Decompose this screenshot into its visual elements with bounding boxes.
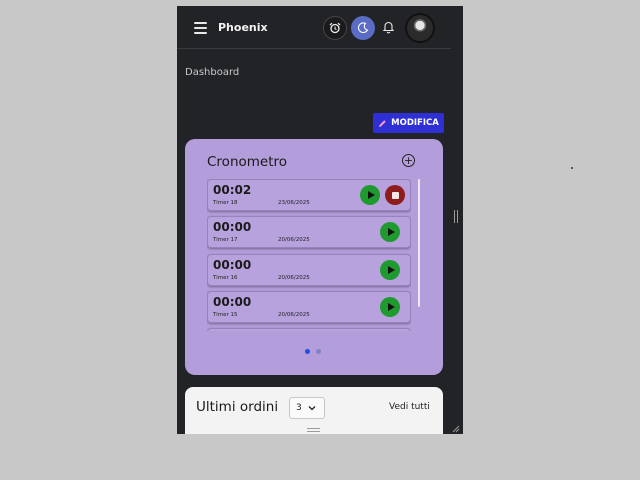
timer-list[interactable]: 00:02 Timer 18 23/06/2025 00:00 Timer 17… bbox=[207, 179, 411, 331]
resize-corner-icon[interactable] bbox=[452, 425, 460, 433]
timer-time: 00:00 bbox=[213, 258, 252, 272]
play-icon[interactable] bbox=[380, 260, 400, 280]
dark-mode-toggle[interactable] bbox=[351, 16, 375, 40]
pager-dot[interactable] bbox=[316, 349, 321, 354]
pager-dot-active[interactable] bbox=[305, 349, 310, 354]
timer-list-scrollbar[interactable] bbox=[418, 179, 420, 307]
timer-row[interactable]: 00:00 Timer 16 20/06/2025 bbox=[207, 254, 411, 286]
card-title: Cronometro bbox=[207, 154, 288, 170]
timer-row[interactable]: 00:00 Timer 15 20/06/2025 bbox=[207, 291, 411, 323]
pencil-icon bbox=[379, 119, 386, 127]
timer-date: 23/06/2025 bbox=[278, 200, 310, 206]
play-icon[interactable] bbox=[380, 222, 400, 242]
timer-time: 00:00 bbox=[213, 220, 252, 234]
timer-label: Timer 18 bbox=[213, 200, 238, 206]
stopwatch-card: Cronometro + 00:02 Timer 18 23/06/2025 0… bbox=[185, 139, 443, 375]
view-all-link[interactable]: Vedi tutti bbox=[389, 402, 430, 412]
timer-row[interactable]: 00:00 Timer 17 20/06/2025 bbox=[207, 216, 411, 248]
side-resize-handle[interactable] bbox=[454, 210, 458, 223]
app-window: Phoenix Dashboard MODIFICA Cronometro + bbox=[177, 6, 463, 434]
timer-time: 00:02 bbox=[213, 183, 252, 197]
timer-date: 20/06/2025 bbox=[278, 237, 310, 243]
timer-label: Timer 16 bbox=[213, 275, 238, 281]
top-bar: Phoenix bbox=[177, 6, 451, 49]
timer-row-partial[interactable] bbox=[207, 328, 411, 331]
app-name: Phoenix bbox=[218, 21, 268, 34]
recent-orders-card: Ultimi ordini 3 Vedi tutti bbox=[185, 387, 443, 434]
alarm-clock-icon bbox=[329, 22, 341, 34]
bell-icon[interactable] bbox=[382, 20, 395, 34]
orders-count-value: 3 bbox=[296, 403, 302, 413]
stray-dot bbox=[571, 167, 573, 169]
stop-icon[interactable] bbox=[385, 185, 405, 205]
moon-icon bbox=[357, 22, 369, 34]
chevron-down-icon bbox=[308, 406, 316, 411]
carousel-pager bbox=[305, 349, 321, 354]
play-icon[interactable] bbox=[380, 297, 400, 317]
orders-title: Ultimi ordini bbox=[196, 399, 279, 415]
edit-button-label: MODIFICA bbox=[391, 118, 439, 128]
avatar[interactable] bbox=[405, 13, 435, 43]
play-icon[interactable] bbox=[360, 185, 380, 205]
orders-count-select[interactable]: 3 bbox=[289, 397, 325, 419]
timer-label: Timer 17 bbox=[213, 237, 238, 243]
timer-date: 20/06/2025 bbox=[278, 275, 310, 281]
menu-icon[interactable] bbox=[194, 22, 207, 34]
alarm-button[interactable] bbox=[323, 16, 347, 40]
timer-time: 00:00 bbox=[213, 295, 252, 309]
timer-date: 20/06/2025 bbox=[278, 312, 310, 318]
bottom-resize-handle[interactable] bbox=[307, 428, 320, 432]
edit-button[interactable]: MODIFICA bbox=[373, 113, 444, 133]
add-timer-icon[interactable]: + bbox=[402, 154, 415, 167]
timer-row[interactable]: 00:02 Timer 18 23/06/2025 bbox=[207, 179, 411, 211]
breadcrumb[interactable]: Dashboard bbox=[185, 67, 239, 78]
timer-label: Timer 15 bbox=[213, 312, 238, 318]
